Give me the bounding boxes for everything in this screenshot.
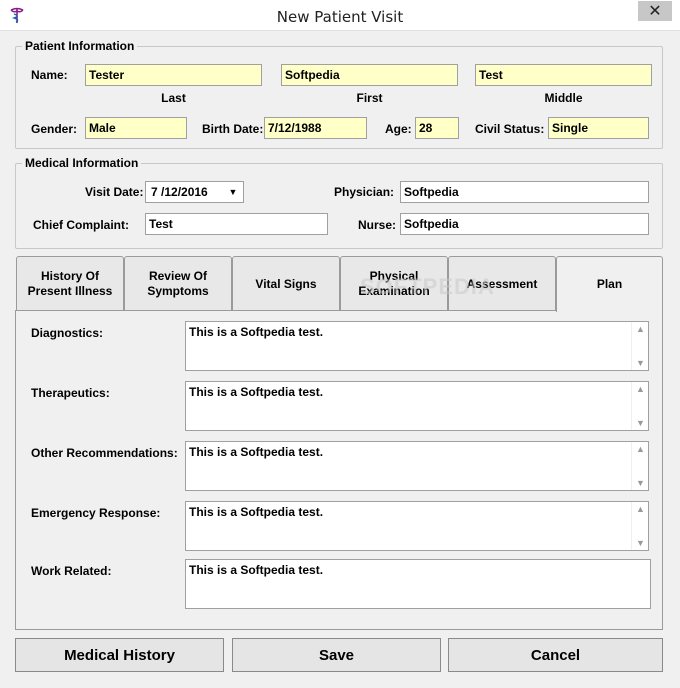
work-related-text: This is a Softpedia test. <box>189 563 324 577</box>
chief-complaint-label: Chief Complaint: <box>33 218 129 232</box>
therapeutics-text: This is a Softpedia test. <box>189 385 324 399</box>
last-name-field[interactable]: Tester <box>85 64 262 86</box>
medical-information-legend: Medical Information <box>22 156 142 170</box>
therapeutics-textarea[interactable]: This is a Softpedia test. ▲ ▼ <box>185 381 649 431</box>
scroll-up-icon[interactable]: ▲ <box>632 444 649 454</box>
civil-status-label: Civil Status: <box>475 122 545 136</box>
save-button[interactable]: Save <box>232 638 441 672</box>
tab-label: Present Illness <box>27 284 113 298</box>
scroll-down-icon[interactable]: ▼ <box>632 478 649 488</box>
cancel-button[interactable]: Cancel <box>448 638 663 672</box>
name-label: Name: <box>31 68 68 82</box>
middle-caption: Middle <box>544 91 583 105</box>
physician-field[interactable]: Softpedia <box>400 181 649 203</box>
visit-date-value: 7 /12/2016 <box>151 185 208 199</box>
scroll-up-icon[interactable]: ▲ <box>632 324 649 334</box>
last-caption: Last <box>161 91 186 105</box>
age-label: Age: <box>385 122 412 136</box>
first-caption: First <box>356 91 383 105</box>
scrollbar[interactable]: ▲ ▼ <box>631 322 648 370</box>
scrollbar[interactable]: ▲ ▼ <box>631 442 648 490</box>
tab-vital-signs[interactable]: Vital Signs <box>232 256 340 311</box>
tab-label: Review Of <box>148 269 207 283</box>
middle-name-field[interactable]: Test <box>475 64 652 86</box>
other-recommendations-text: This is a Softpedia test. <box>189 445 324 459</box>
scroll-down-icon[interactable]: ▼ <box>632 358 649 368</box>
other-recommendations-textarea[interactable]: This is a Softpedia test. ▲ ▼ <box>185 441 649 491</box>
close-button[interactable]: ✕ <box>638 1 672 21</box>
scroll-down-icon[interactable]: ▼ <box>632 538 649 548</box>
birth-date-field[interactable]: 7/12/1988 <box>264 117 367 139</box>
emergency-response-textarea[interactable]: This is a Softpedia test. ▲ ▼ <box>185 501 649 551</box>
tab-label: Symptoms <box>147 284 209 298</box>
civil-status-field[interactable]: Single <box>548 117 649 139</box>
tab-plan[interactable]: Plan <box>556 256 663 312</box>
window-title: New Patient Visit <box>276 8 404 26</box>
scrollbar[interactable]: ▲ ▼ <box>631 382 648 430</box>
gender-field[interactable]: Male <box>85 117 187 139</box>
chevron-down-icon[interactable]: ▼ <box>224 183 242 201</box>
age-field[interactable]: 28 <box>415 117 459 139</box>
medical-history-button[interactable]: Medical History <box>15 638 224 672</box>
tab-review-of-symptoms[interactable]: Review Of Symptoms <box>124 256 232 311</box>
scroll-down-icon[interactable]: ▼ <box>632 418 649 428</box>
scroll-up-icon[interactable]: ▲ <box>632 384 649 394</box>
patient-information-legend: Patient Information <box>22 39 138 53</box>
work-related-textarea[interactable]: This is a Softpedia test. <box>185 559 651 609</box>
scroll-up-icon[interactable]: ▲ <box>632 504 649 514</box>
diagnostics-text: This is a Softpedia test. <box>189 325 324 339</box>
birth-date-label: Birth Date: <box>202 122 264 136</box>
chief-complaint-field[interactable]: Test <box>145 213 328 235</box>
gender-label: Gender: <box>31 122 78 136</box>
other-recommendations-label: Other Recommendations: <box>31 446 178 460</box>
first-name-field[interactable]: Softpedia <box>281 64 458 86</box>
emergency-response-text: This is a Softpedia test. <box>189 505 324 519</box>
diagnostics-label: Diagnostics: <box>31 326 104 340</box>
therapeutics-label: Therapeutics: <box>31 386 110 400</box>
tab-label: Plan <box>596 277 623 291</box>
tab-history-of-present-illness[interactable]: History Of Present Illness <box>16 256 124 311</box>
physician-label: Physician: <box>334 185 395 199</box>
diagnostics-textarea[interactable]: This is a Softpedia test. ▲ ▼ <box>185 321 649 371</box>
visit-date-picker[interactable]: 7 /12/2016 ▼ <box>145 181 244 203</box>
title-bar: New Patient Visit ✕ <box>0 0 680 31</box>
work-related-label: Work Related: <box>31 564 112 578</box>
emergency-response-label: Emergency Response: <box>31 506 161 520</box>
medical-information-group: Medical Information <box>15 156 663 249</box>
scrollbar[interactable]: ▲ ▼ <box>631 502 648 550</box>
visit-date-label: Visit Date: <box>85 185 144 199</box>
nurse-field[interactable]: Softpedia <box>400 213 649 235</box>
tab-label: History Of <box>40 269 99 283</box>
nurse-label: Nurse: <box>358 218 397 232</box>
tab-label: Vital Signs <box>255 276 317 291</box>
watermark: SOFTPEDIA <box>360 274 495 299</box>
